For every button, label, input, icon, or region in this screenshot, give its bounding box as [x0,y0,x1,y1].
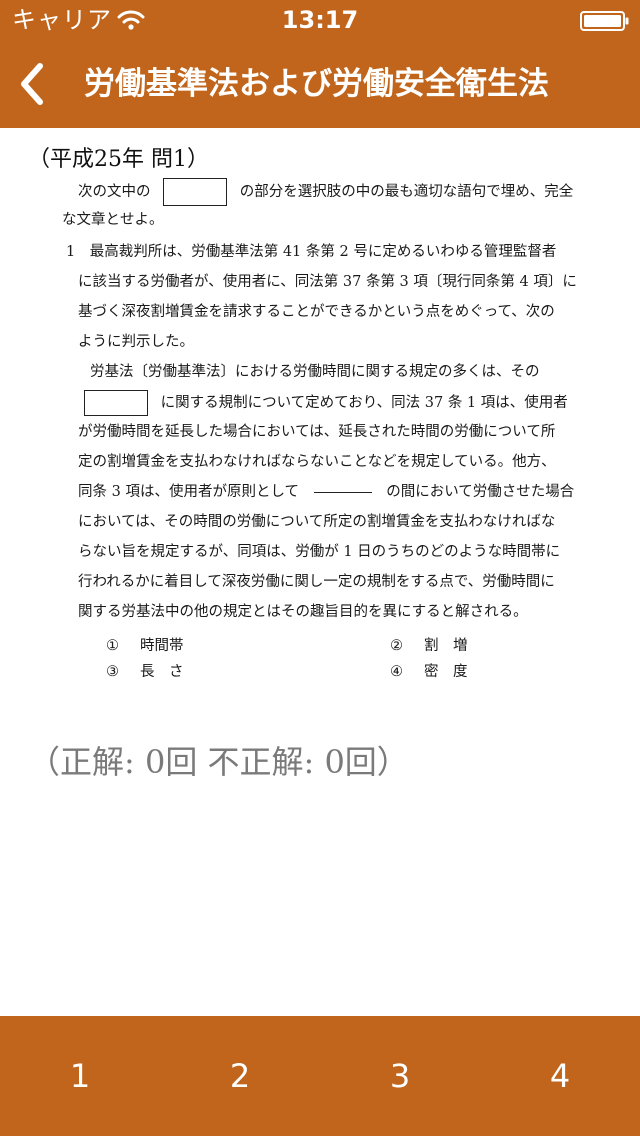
answer-bar: 1 2 3 4 [0,1016,640,1136]
answer-button-4[interactable]: 4 [480,1016,640,1136]
quote-line-8: 行われるかに着目して深夜労働に関し一定の規制をする点で、労働時間に [78,574,555,590]
quote-line-1: 労基法〔労働基準法〕における労働時間に関する規定の多くは、その [90,364,540,380]
question-content: （平成25年 問1） 次の文中の の部分を選択肢の中の最も適切な語句で埋め、完全… [0,128,640,1016]
battery-icon [580,11,629,31]
nav-title: 労働基準法および労働安全衛生法 [84,66,549,102]
intro-line-2: な文章とせよ。 [62,212,164,228]
status-bar: キャリア 13:17 [0,0,640,40]
quote-line-4: 定の割増賃金を支払わなければならないことなどを規定している。他方、 [78,454,556,470]
intro-line-1: 次の文中の の部分を選択肢の中の最も適切な語句で埋め、完全 [78,178,574,206]
choice-label: 時間帯 [140,638,184,654]
choice-number: ② [390,638,403,654]
answer-button-3[interactable]: 3 [320,1016,480,1136]
back-button[interactable] [10,56,54,112]
intro-text: 次の文中の [78,184,151,200]
quote-line-2: に関する規制について定めており、同法 37 条 1 項は、使用者 [84,390,568,416]
choice-number: ① [106,638,119,654]
quote-text: の間において労働させた場合 [386,484,575,500]
answer-button-1[interactable]: 1 [0,1016,160,1136]
chevron-left-icon [21,63,43,105]
score-text: （正解: 0回 不正解: 0回） [28,743,409,781]
nav-bar: 労働基準法および労働安全衛生法 [0,40,640,128]
quote-line-3: が労働時間を延長した場合においては、延長された時間の労働について所 [78,424,556,440]
choice-label: 長 さ [140,664,184,680]
choice-number: ③ [106,664,119,680]
header: キャリア 13:17 労働基準法および労働安全衛生法 [0,0,640,128]
choice-item: ③ 長 さ [106,660,184,684]
blank-box [163,178,228,206]
blank-line [313,491,372,493]
clock: 13:17 [281,6,359,34]
item-line-2: に該当する労働者が、使用者に、同法第 37 条第 3 項〔現行同条第 4 項〕に [78,274,577,290]
app-screen: キャリア 13:17 労働基準法および労働安全衛生法 （平成25年 問1） 次の… [0,0,640,1136]
item-line-1: 1 最高裁判所は、労働基準法第 41 条第 2 号に定めるいわゆる管理監督者 [66,244,557,260]
choice-number: ④ [390,664,403,680]
quote-line-5: 同条 3 項は、使用者が原則として の間において労働させた場合 [78,480,574,504]
item-line-4: ように判示した。 [78,334,194,350]
quote-text: 同条 3 項は、使用者が原則として [78,484,300,500]
blank-box [84,390,148,416]
intro-text: の部分を選択肢の中の最も適切な語句で埋め、完全 [239,184,574,200]
item-line-3: 基づく深夜割増賃金を請求することができるかという点をめぐって、次の [78,304,555,320]
choice-label: 密 度 [424,664,468,680]
choice-item: ① 時間帯 [106,634,184,658]
quote-line-9: 関する労基法中の他の規定とはその趣旨目的を異にすると解される。 [78,604,528,620]
question-heading: （平成25年 問1） [28,147,209,172]
choice-item: ④ 密 度 [390,660,468,684]
answer-button-2[interactable]: 2 [160,1016,320,1136]
choice-label: 割 増 [424,638,468,654]
quote-text: に関する規制について定めており、同法 37 条 1 項は、使用者 [160,395,568,411]
quote-line-6: においては、その時間の労働について所定の割増賃金を支払わなければな [78,514,556,530]
choice-item: ② 割 増 [390,634,468,658]
quote-line-7: らない旨を規定するが、同項は、労働が 1 日のうちのどのような時間帯に [78,544,561,560]
